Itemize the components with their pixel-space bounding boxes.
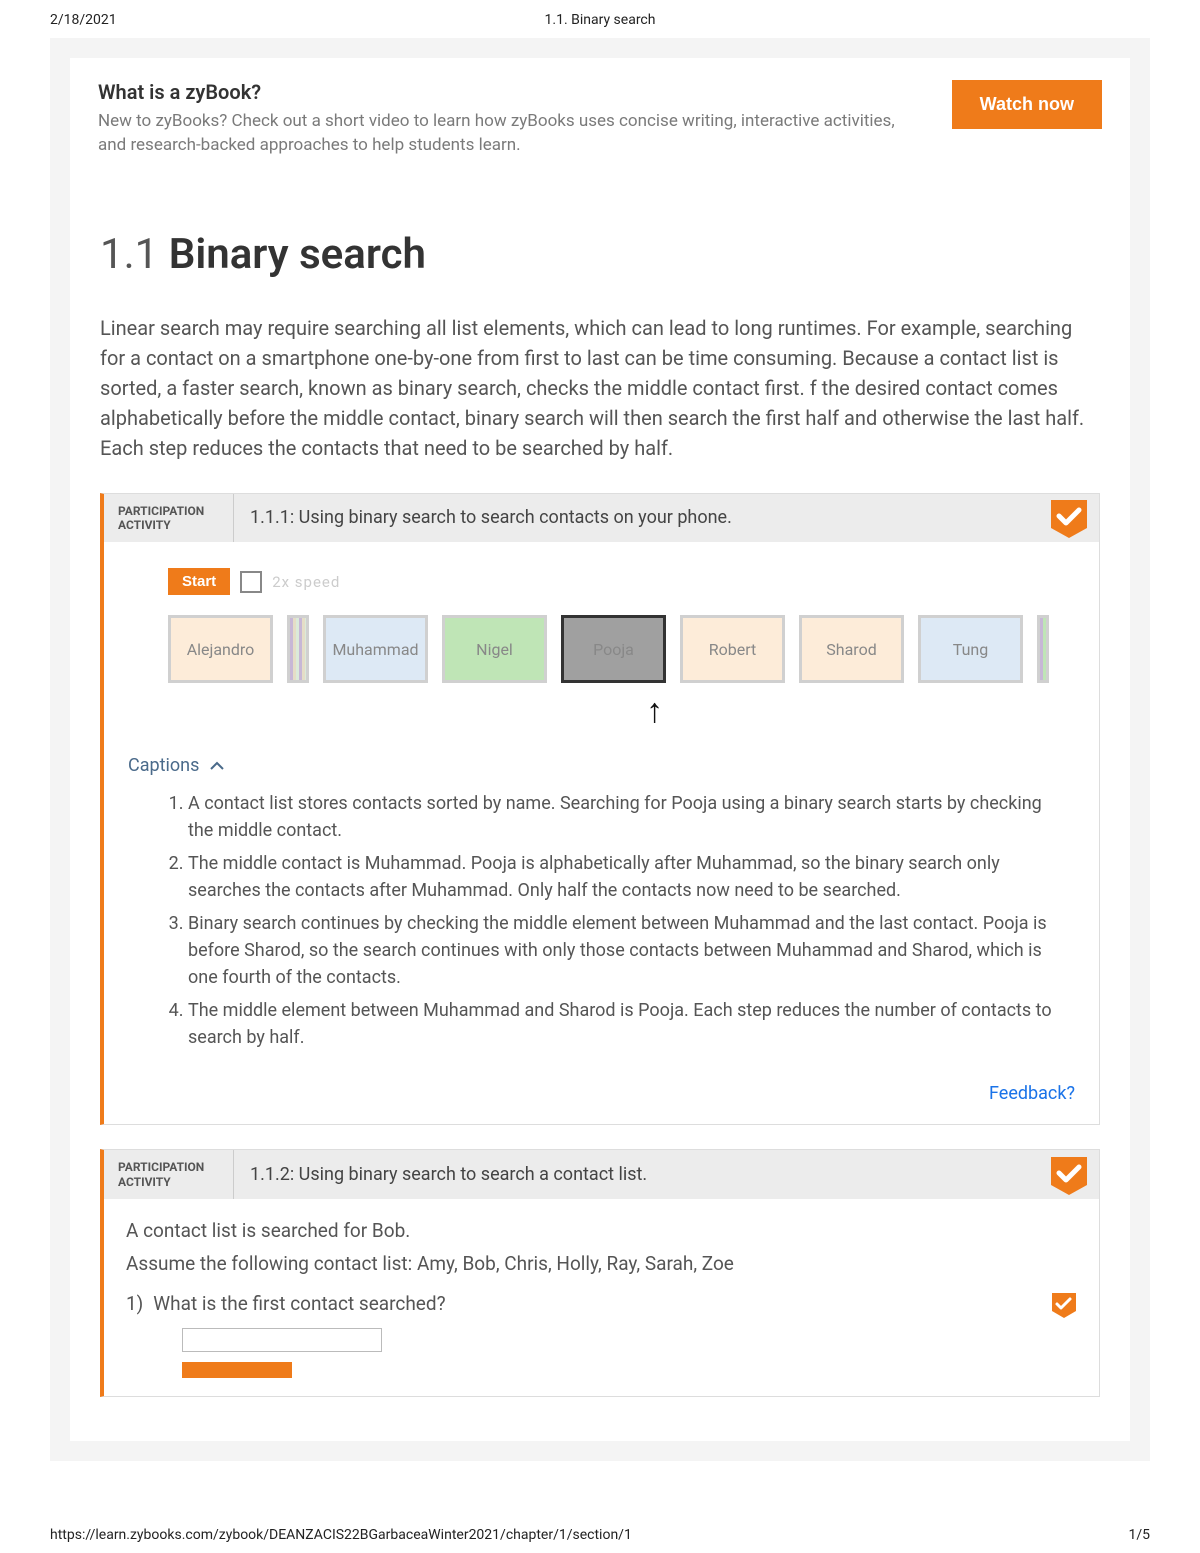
- print-title: 1.1. Binary search: [545, 12, 656, 28]
- section-title: Binary search: [169, 230, 426, 279]
- captions-list: A contact list stores contacts sorted by…: [128, 790, 1075, 1051]
- activity-title: 1.1.1: Using binary search to search con…: [234, 507, 1049, 528]
- contact-tung: Tung: [918, 615, 1023, 683]
- speed-checkbox[interactable]: [240, 571, 262, 593]
- contact-pooja: Pooja: [561, 615, 666, 683]
- activity2-prompt1: A contact list is searched for Bob.: [126, 1217, 1077, 1246]
- caption-item: The middle element between Muhammad and …: [188, 997, 1075, 1051]
- section-number: 1.1: [100, 230, 158, 279]
- start-button[interactable]: Start: [168, 568, 230, 595]
- participation-activity-2: PARTICIPATION ACTIVITY 1.1.2: Using bina…: [100, 1149, 1100, 1397]
- print-page: 1/5: [1128, 1527, 1150, 1543]
- question-number: 1): [126, 1292, 143, 1315]
- question-complete-icon: [1051, 1292, 1077, 1318]
- caption-item: A contact list stores contacts sorted by…: [188, 790, 1075, 844]
- check-button[interactable]: [182, 1362, 292, 1378]
- contact-stack-icon: [1037, 615, 1049, 683]
- section-heading: 1.1 Binary search: [100, 230, 1100, 279]
- section-intro: Linear search may require searching all …: [100, 313, 1100, 463]
- print-header: 2/18/2021 1.1. Binary search: [0, 0, 1200, 38]
- complete-check-icon: [1049, 498, 1089, 538]
- caption-item: Binary search continues by checking the …: [188, 910, 1075, 991]
- answer-input[interactable]: [182, 1328, 382, 1352]
- participation-activity-1: PARTICIPATION ACTIVITY 1.1.1: Using bina…: [100, 493, 1100, 1126]
- contact-muhammad: Muhammad: [323, 615, 428, 683]
- captions-toggle[interactable]: Captions: [128, 755, 1075, 776]
- activity-header: PARTICIPATION ACTIVITY 1.1.1: Using bina…: [104, 494, 1099, 543]
- arrow-up-icon: ↑: [128, 691, 1075, 731]
- activity2-prompt2: Assume the following contact list: Amy, …: [126, 1250, 1077, 1279]
- activity-label: PARTICIPATION ACTIVITY: [104, 1150, 234, 1199]
- question-text: What is the first contact searched?: [153, 1292, 445, 1315]
- promo-banner: What is a zyBook? New to zyBooks? Check …: [70, 58, 1130, 180]
- caption-item: The middle contact is Muhammad. Pooja is…: [188, 850, 1075, 904]
- activity-label: PARTICIPATION ACTIVITY: [104, 494, 234, 543]
- print-date: 2/18/2021: [50, 12, 117, 28]
- promo-text: New to zyBooks? Check out a short video …: [98, 110, 912, 158]
- contacts-row: Alejandro Muhammad Nigel Pooja Robert Sh…: [168, 615, 1075, 683]
- watch-now-button[interactable]: Watch now: [952, 80, 1102, 129]
- contact-stack-icon: [287, 615, 309, 683]
- speed-label: 2x speed: [272, 573, 340, 591]
- print-footer: https://learn.zybooks.com/zybook/DEANZAC…: [50, 1527, 1150, 1543]
- complete-check-icon: [1049, 1155, 1089, 1195]
- activity-header: PARTICIPATION ACTIVITY 1.1.2: Using bina…: [104, 1150, 1099, 1199]
- contact-alejandro: Alejandro: [168, 615, 273, 683]
- chevron-up-icon: [209, 758, 225, 774]
- contact-sharod: Sharod: [799, 615, 904, 683]
- captions-label: Captions: [128, 755, 199, 776]
- feedback-link[interactable]: Feedback?: [989, 1083, 1075, 1104]
- print-url: https://learn.zybooks.com/zybook/DEANZAC…: [50, 1527, 632, 1543]
- promo-heading: What is a zyBook?: [98, 80, 912, 104]
- contact-nigel: Nigel: [442, 615, 547, 683]
- contact-robert: Robert: [680, 615, 785, 683]
- activity-title: 1.1.2: Using binary search to search a c…: [234, 1164, 1049, 1185]
